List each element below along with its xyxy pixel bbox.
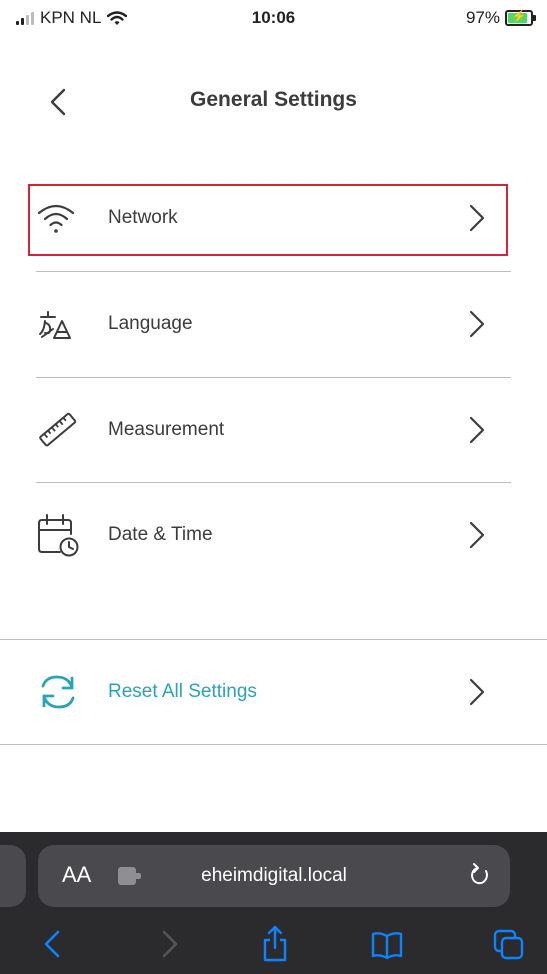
- status-right: 97% ⚡: [465, 8, 536, 28]
- status-time: 10:06: [251, 8, 296, 27]
- page-title: General Settings: [190, 88, 357, 111]
- share-icon[interactable]: [258, 924, 292, 964]
- forward-icon[interactable]: [152, 924, 186, 964]
- settings-item-label: Network: [108, 207, 178, 228]
- chevron-right-icon: [469, 204, 485, 232]
- battery-icon: ⚡: [505, 9, 536, 26]
- bookmarks-icon[interactable]: [370, 924, 404, 964]
- status-bar: KPN NL 10:06 97% ⚡: [0, 0, 547, 34]
- chevron-right-icon: [469, 416, 485, 444]
- calendar-clock-icon: [36, 510, 92, 560]
- settings-item-date-time[interactable]: Date & Time: [36, 483, 511, 587]
- ruler-icon: [36, 405, 92, 455]
- settings-item-label: Language: [108, 313, 193, 334]
- battery-percent: 97%: [465, 8, 500, 27]
- url-text: eheimdigital.local: [201, 865, 347, 886]
- chevron-right-icon: [469, 678, 485, 706]
- translate-icon: [36, 299, 92, 349]
- divider: [0, 744, 547, 745]
- settings-item-language[interactable]: Language: [36, 272, 511, 376]
- charging-bolt-icon: ⚡: [511, 9, 527, 23]
- wifi-icon: [36, 193, 92, 243]
- previous-tab-stub[interactable]: [0, 845, 26, 907]
- reset-label: Reset All Settings: [108, 681, 257, 702]
- header: General Settings: [0, 70, 547, 130]
- chevron-right-icon: [469, 521, 485, 549]
- browser-bar: AA eheimdigital.local: [0, 832, 547, 974]
- tabs-icon[interactable]: [492, 924, 526, 964]
- browser-toolbar: [0, 920, 547, 974]
- reset-all-settings-button[interactable]: Reset All Settings: [36, 640, 511, 744]
- settings-item-measurement[interactable]: Measurement: [36, 378, 511, 482]
- chevron-right-icon: [469, 310, 485, 338]
- reload-icon[interactable]: [466, 861, 494, 889]
- address-bar[interactable]: AA eheimdigital.local: [38, 845, 510, 907]
- back-icon[interactable]: [36, 924, 70, 964]
- refresh-icon: [36, 667, 92, 717]
- settings-item-network[interactable]: Network: [36, 166, 511, 270]
- settings-item-label: Measurement: [108, 419, 225, 440]
- settings-item-label: Date & Time: [108, 524, 213, 545]
